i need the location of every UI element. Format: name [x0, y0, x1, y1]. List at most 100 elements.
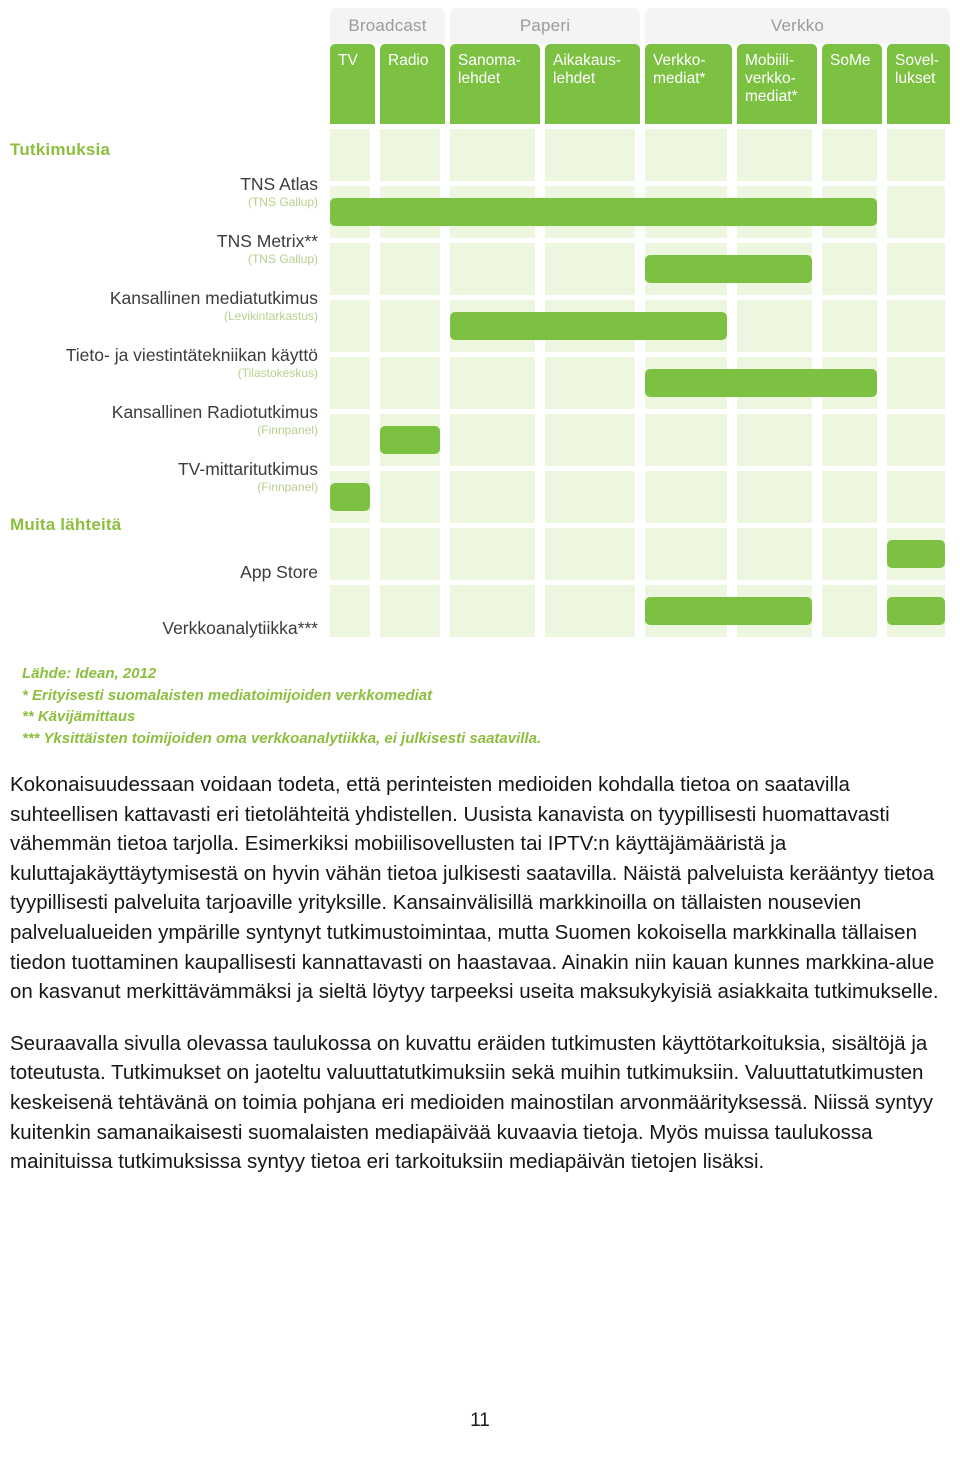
row-name: TNS Atlas [240, 174, 318, 194]
matrix-cell [737, 129, 812, 181]
row-source: (TNS Gallup) [247, 252, 318, 266]
matrix-cell [887, 357, 945, 409]
row-label-tns-metrix: TNS Metrix** (TNS Gallup) [217, 231, 318, 267]
row-label-kansallinen-radiotutkimus: Kansallinen Radiotutkimus (Finnpanel) [112, 402, 318, 438]
column-header-sanomalehdet: Sanoma-lehdet [450, 44, 540, 124]
matrix-cell [822, 471, 877, 523]
matrix-cell [380, 129, 440, 181]
matrix-cell [645, 414, 727, 466]
group-band-paperi: Paperi [450, 8, 640, 44]
coverage-bar [450, 312, 727, 340]
matrix-cell [545, 528, 635, 580]
section-heading-muita-lahteita: Muita lähteitä [10, 515, 122, 534]
row-source: (TNS Gallup) [247, 195, 318, 209]
column-header-some: SoMe [822, 44, 882, 124]
row-label-tv-mittaritutkimus: TV-mittaritutkimus (Finnpanel) [178, 459, 318, 495]
matrix-cell [380, 243, 440, 295]
media-data-availability-matrix: Broadcast Paperi Verkko TV Radio Sanoma-… [0, 0, 960, 770]
column-header-verkkomediat: Verkko-mediat* [645, 44, 732, 124]
matrix-cell [822, 300, 877, 352]
matrix-cell [380, 471, 440, 523]
column-header-aikakauslehdet: Aikakaus-lehdet [545, 44, 640, 124]
coverage-bar [330, 483, 370, 511]
column-header-tv: TV [330, 44, 375, 124]
matrix-cell [450, 129, 535, 181]
row-source: (Finnpanel) [257, 423, 318, 437]
row-name: App Store [240, 562, 318, 582]
footnote-two-star: ** Kävijämittaus [22, 708, 136, 725]
footnote-three-star: *** Yksittäisten toimijoiden oma verkkoa… [22, 729, 542, 747]
matrix-cell [737, 471, 812, 523]
matrix-cell [887, 243, 945, 295]
matrix-cell [822, 414, 877, 466]
coverage-bar [645, 597, 812, 625]
matrix-cell [887, 414, 945, 466]
row-label-tns-atlas: TNS Atlas (TNS Gallup) [240, 174, 318, 210]
row-label-tieto-ja-viestintatekniikan-kaytto: Tieto- ja viestintätekniikan käyttö (Til… [66, 345, 318, 381]
matrix-cell [450, 528, 535, 580]
matrix-cell [450, 243, 535, 295]
row-label-app-store: App Store [240, 562, 318, 583]
body-copy: Kokonaisuudessaan voidaan todeta, että p… [10, 770, 940, 1199]
matrix-cell [450, 414, 535, 466]
matrix-cell [545, 471, 635, 523]
coverage-bar [645, 255, 812, 283]
footnote-source: Lähde: Idean, 2012 [22, 665, 157, 682]
matrix-cell [887, 471, 945, 523]
coverage-bar [380, 426, 440, 454]
paragraph-1: Kokonaisuudessaan voidaan todeta, että p… [10, 773, 939, 1004]
coverage-bar [887, 540, 945, 568]
matrix-cell [330, 585, 370, 637]
row-name: TV-mittaritutkimus [177, 459, 318, 479]
section-heading-tutkimuksia: Tutkimuksia [10, 140, 111, 159]
matrix-cell [645, 471, 727, 523]
row-name: Verkkoanalytiikka*** [162, 618, 318, 638]
matrix-cell [450, 357, 535, 409]
matrix-cell [380, 585, 440, 637]
matrix-cell [737, 414, 812, 466]
matrix-cell [330, 357, 370, 409]
matrix-cell [545, 243, 635, 295]
matrix-cell [887, 186, 945, 238]
coverage-bar [330, 198, 877, 226]
matrix-cell [645, 129, 727, 181]
coverage-bar [887, 597, 945, 625]
matrix-cell [737, 300, 812, 352]
coverage-bar [645, 369, 877, 397]
matrix-cell [545, 129, 635, 181]
row-name: Tieto- ja viestintätekniikan käyttö [65, 345, 318, 365]
matrix-cell [450, 471, 535, 523]
row-name: Kansallinen Radiotutkimus [111, 402, 318, 422]
matrix-cell [887, 300, 945, 352]
matrix-cell [737, 528, 812, 580]
row-label-verkkoanalytiikka: Verkkoanalytiikka*** [162, 618, 318, 639]
matrix-cell [822, 528, 877, 580]
row-name: TNS Metrix** [216, 231, 318, 251]
matrix-cell [380, 357, 440, 409]
matrix-cell [822, 585, 877, 637]
paragraph-2: Seuraavalla sivulla olevassa taulukossa … [10, 1031, 933, 1174]
matrix-cell [545, 414, 635, 466]
matrix-cell [330, 129, 370, 181]
matrix-cell [330, 300, 370, 352]
row-source: (Levikintarkastus) [223, 309, 318, 323]
footnote-one-star: * Erityisesti suomalaisten mediatoimijoi… [22, 686, 433, 704]
matrix-cell [330, 414, 370, 466]
matrix-cell [450, 585, 535, 637]
matrix-cell [545, 357, 635, 409]
matrix-cell [822, 243, 877, 295]
matrix-cell [645, 528, 727, 580]
column-header-radio: Radio [380, 44, 445, 124]
row-name: Kansallinen mediatutkimus [109, 288, 318, 308]
matrix-cell [330, 243, 370, 295]
matrix-cell [887, 129, 945, 181]
column-header-sovellukset: Sovel-lukset [887, 44, 950, 124]
matrix-cell [545, 585, 635, 637]
group-band-broadcast: Broadcast [330, 8, 445, 44]
row-source: (Finnpanel) [257, 480, 318, 494]
row-source: (Tilastokeskus) [237, 366, 318, 380]
matrix-cell [822, 129, 877, 181]
row-label-kansallinen-mediatutkimus: Kansallinen mediatutkimus (Levikintarkas… [110, 288, 318, 324]
page-number: 11 [470, 1410, 490, 1431]
column-header-mobiiliverkkomediat: Mobiili-verkko-mediat* [737, 44, 817, 124]
